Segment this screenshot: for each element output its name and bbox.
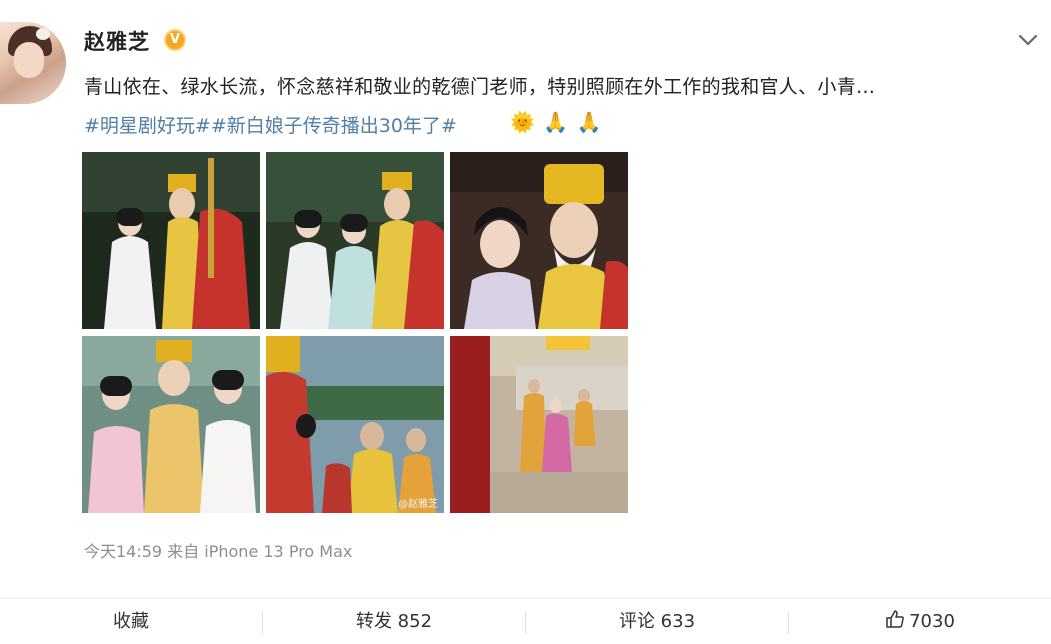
avatar-face xyxy=(14,42,44,78)
photo-thumbnail[interactable] xyxy=(82,152,260,329)
verified-badge-icon: V xyxy=(164,29,186,51)
favorite-button[interactable]: 收藏 xyxy=(0,600,262,644)
like-button[interactable]: 7030 xyxy=(789,600,1051,644)
sun-emoji-icon: 🌞 xyxy=(510,110,535,134)
photo-thumbnail[interactable] xyxy=(450,336,628,513)
photo-image xyxy=(450,152,628,329)
post-text: 青山依在、绿水长流，怀念慈祥和敬业的乾德门老师，特别照顾在外工作的我和官人、小青… xyxy=(84,76,876,98)
avatar[interactable] xyxy=(0,22,66,104)
topic-links[interactable]: #明星剧好玩##新白娘子传奇播出30年了# xyxy=(84,111,457,138)
repost-button[interactable]: 转发 852 xyxy=(263,600,525,644)
thumbs-up-icon xyxy=(886,610,904,628)
photo-thumbnail[interactable] xyxy=(450,152,628,329)
photo-image xyxy=(82,152,260,329)
pray-emoji-icon: 🙏 xyxy=(543,110,569,134)
photo-image xyxy=(266,336,444,513)
photo-thumbnail[interactable]: @赵雅芝 xyxy=(266,336,444,513)
username[interactable]: 赵雅芝 xyxy=(84,26,150,56)
like-count: 7030 xyxy=(909,611,955,632)
photo-image xyxy=(266,152,444,329)
chevron-down-icon[interactable] xyxy=(1016,30,1040,50)
watermark: @赵雅芝 xyxy=(398,499,438,510)
post-meta: 今天14:59 来自 iPhone 13 Pro Max xyxy=(84,542,353,561)
photo-image xyxy=(82,336,260,513)
photo-thumbnail[interactable] xyxy=(266,152,444,329)
comment-button[interactable]: 评论 633 xyxy=(526,600,788,644)
divider xyxy=(0,598,1051,599)
action-bar: 收藏 转发 852 评论 633 7030 xyxy=(0,600,1051,644)
pray-emoji-icon: 🙏 xyxy=(576,110,602,134)
photo-thumbnail[interactable] xyxy=(82,336,260,513)
avatar-flower xyxy=(36,28,50,40)
photo-image xyxy=(450,336,628,513)
emoji-row: 🌞 🙏 🙏 xyxy=(510,110,603,134)
photo-grid: @赵雅芝 xyxy=(82,152,628,513)
